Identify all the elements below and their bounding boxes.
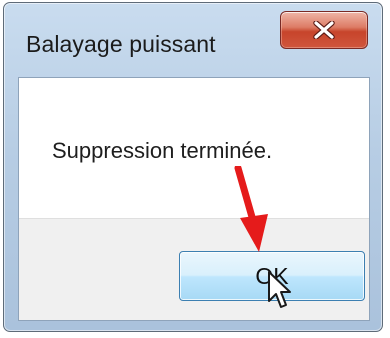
message-dialog: Balayage puissant Suppression terminée. … xyxy=(3,2,383,332)
screenshot-stage: Balayage puissant Suppression terminée. … xyxy=(0,0,390,338)
close-button[interactable] xyxy=(280,11,368,49)
dialog-content: Suppression terminée. OK xyxy=(18,77,370,321)
dialog-button-bar: OK xyxy=(19,218,369,320)
dialog-message: Suppression terminée. xyxy=(52,138,273,163)
dialog-titlebar[interactable]: Balayage puissant xyxy=(4,3,382,79)
dialog-title: Balayage puissant xyxy=(26,31,216,57)
ok-button[interactable]: OK xyxy=(179,251,365,301)
close-x-icon xyxy=(313,21,335,39)
